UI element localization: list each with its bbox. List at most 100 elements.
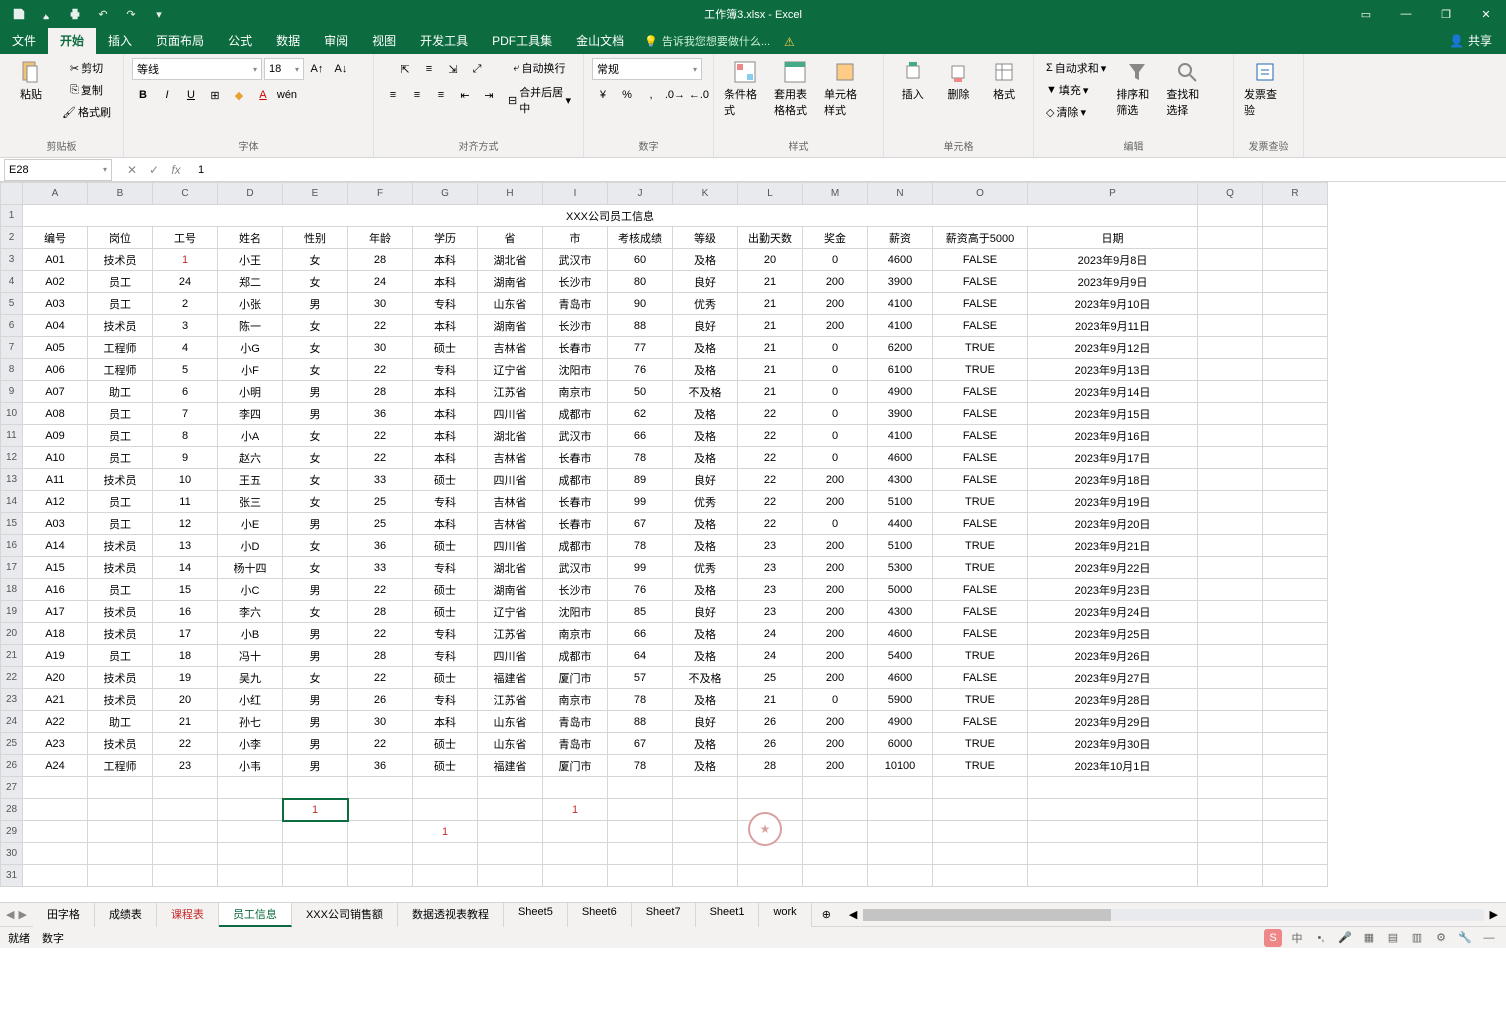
data-cell[interactable]: 7 <box>153 403 218 425</box>
data-cell[interactable]: 78 <box>608 755 673 777</box>
data-cell[interactable]: 硕士 <box>413 755 478 777</box>
bold-icon[interactable]: B <box>132 84 154 106</box>
data-cell[interactable]: 工程师 <box>88 337 153 359</box>
fill-color-icon[interactable]: ◆ <box>228 84 250 106</box>
data-cell[interactable]: 及格 <box>673 337 738 359</box>
data-cell[interactable]: 22 <box>153 733 218 755</box>
autosum-button[interactable]: Σ 自动求和 ▾ <box>1042 58 1110 78</box>
data-cell[interactable]: 福建省 <box>478 755 543 777</box>
tab-开发工具[interactable]: 开发工具 <box>408 27 480 54</box>
data-cell[interactable]: 及格 <box>673 579 738 601</box>
data-cell[interactable]: 青岛市 <box>543 711 608 733</box>
data-cell[interactable]: 专科 <box>413 557 478 579</box>
data-cell[interactable]: 0 <box>803 359 868 381</box>
data-cell[interactable]: 10 <box>153 469 218 491</box>
data-cell[interactable]: A23 <box>23 733 88 755</box>
data-cell[interactable]: 长春市 <box>543 447 608 469</box>
settings-icon[interactable]: ⚙ <box>1432 929 1450 947</box>
touch-mode-icon[interactable] <box>34 3 60 25</box>
data-cell[interactable]: 女 <box>283 447 348 469</box>
col-header-H[interactable]: H <box>478 183 543 205</box>
data-cell[interactable]: 66 <box>608 623 673 645</box>
data-cell[interactable] <box>1263 821 1328 843</box>
data-cell[interactable]: 22 <box>348 667 413 689</box>
col-header-P[interactable]: P <box>1028 183 1198 205</box>
data-cell[interactable]: 员工 <box>88 293 153 315</box>
data-cell[interactable]: 助工 <box>88 711 153 733</box>
data-cell[interactable]: 26 <box>348 689 413 711</box>
data-cell[interactable]: 13 <box>153 535 218 557</box>
row-header-7[interactable]: 7 <box>1 337 23 359</box>
data-cell[interactable]: 女 <box>283 535 348 557</box>
data-cell[interactable] <box>933 821 1028 843</box>
data-cell[interactable]: A02 <box>23 271 88 293</box>
new-sheet-button[interactable]: ⊕ <box>812 905 841 924</box>
data-cell[interactable]: A14 <box>23 535 88 557</box>
data-cell[interactable]: 4 <box>153 337 218 359</box>
row-header-12[interactable]: 12 <box>1 447 23 469</box>
data-cell[interactable]: 50 <box>608 381 673 403</box>
data-cell[interactable]: A06 <box>23 359 88 381</box>
row-header-2[interactable]: 2 <box>1 227 23 249</box>
decrease-font-icon[interactable]: A↓ <box>330 58 352 80</box>
data-cell[interactable]: 23 <box>738 535 803 557</box>
data-cell[interactable]: 本科 <box>413 381 478 403</box>
col-header-R[interactable]: R <box>1263 183 1328 205</box>
tab-公式[interactable]: 公式 <box>216 27 264 54</box>
clear-button[interactable]: ◇ 清除 ▾ <box>1042 102 1090 122</box>
row-header-3[interactable]: 3 <box>1 249 23 271</box>
col-header-F[interactable]: F <box>348 183 413 205</box>
sheet-tab-员工信息[interactable]: 员工信息 <box>219 902 292 927</box>
data-cell[interactable]: 21 <box>738 381 803 403</box>
row-header-22[interactable]: 22 <box>1 667 23 689</box>
data-cell[interactable]: 2023年9月8日 <box>1028 249 1198 271</box>
data-cell[interactable]: A10 <box>23 447 88 469</box>
data-cell[interactable]: 200 <box>803 601 868 623</box>
data-cell[interactable]: 女 <box>283 271 348 293</box>
data-cell[interactable]: 4100 <box>868 293 933 315</box>
data-cell[interactable] <box>803 821 868 843</box>
data-cell[interactable]: 64 <box>608 645 673 667</box>
sheet-nav-first-icon[interactable]: ◀ <box>6 908 14 921</box>
data-cell[interactable]: 22 <box>348 733 413 755</box>
tab-file[interactable]: 文件 <box>0 27 48 54</box>
table-header[interactable]: 等级 <box>673 227 738 249</box>
.data-cell[interactable] <box>23 799 88 821</box>
data-cell[interactable]: 4100 <box>868 425 933 447</box>
data-cell[interactable]: 长沙市 <box>543 315 608 337</box>
data-cell[interactable]: 5000 <box>868 579 933 601</box>
data-cell[interactable]: 男 <box>283 689 348 711</box>
data-cell[interactable]: 2023年9月19日 <box>1028 491 1198 513</box>
data-cell[interactable]: 36 <box>348 403 413 425</box>
data-cell[interactable]: 0 <box>803 403 868 425</box>
data-cell[interactable]: FALSE <box>933 513 1028 535</box>
data-cell[interactable]: 33 <box>348 469 413 491</box>
data-cell[interactable]: 0 <box>803 337 868 359</box>
data-cell[interactable]: 小E <box>218 513 283 535</box>
font-size-input[interactable]: 18▾ <box>264 58 304 80</box>
data-cell[interactable] <box>673 821 738 843</box>
data-cell[interactable]: 小王 <box>218 249 283 271</box>
sheet-tab-数据透视表教程[interactable]: 数据透视表教程 <box>398 902 504 927</box>
data-cell[interactable]: 四川省 <box>478 403 543 425</box>
data-cell[interactable] <box>283 821 348 843</box>
data-cell[interactable]: 30 <box>348 293 413 315</box>
data-cell[interactable]: 郑二 <box>218 271 283 293</box>
data-cell[interactable]: 女 <box>283 667 348 689</box>
sheet-tab-Sheet6[interactable]: Sheet6 <box>568 902 632 927</box>
data-cell[interactable]: 专科 <box>413 491 478 513</box>
data-cell[interactable]: 21 <box>738 689 803 711</box>
number-format-select[interactable]: 常规▾ <box>592 58 702 80</box>
spreadsheet-grid[interactable]: ABCDEFGHIJKLMNOPQR1XXX公司员工信息2编号岗位工号姓名性别年… <box>0 182 1506 902</box>
data-cell[interactable]: 小C <box>218 579 283 601</box>
data-cell[interactable]: 男 <box>283 579 348 601</box>
data-cell[interactable]: 2023年9月15日 <box>1028 403 1198 425</box>
conditional-format-button[interactable]: 条件格式 <box>722 58 768 120</box>
data-cell[interactable]: 及格 <box>673 447 738 469</box>
data-cell[interactable]: 女 <box>283 315 348 337</box>
data-cell[interactable]: FALSE <box>933 381 1028 403</box>
data-cell[interactable] <box>868 821 933 843</box>
data-cell[interactable]: 王五 <box>218 469 283 491</box>
data-cell[interactable]: FALSE <box>933 425 1028 447</box>
undo-icon[interactable]: ↶ <box>90 3 116 25</box>
